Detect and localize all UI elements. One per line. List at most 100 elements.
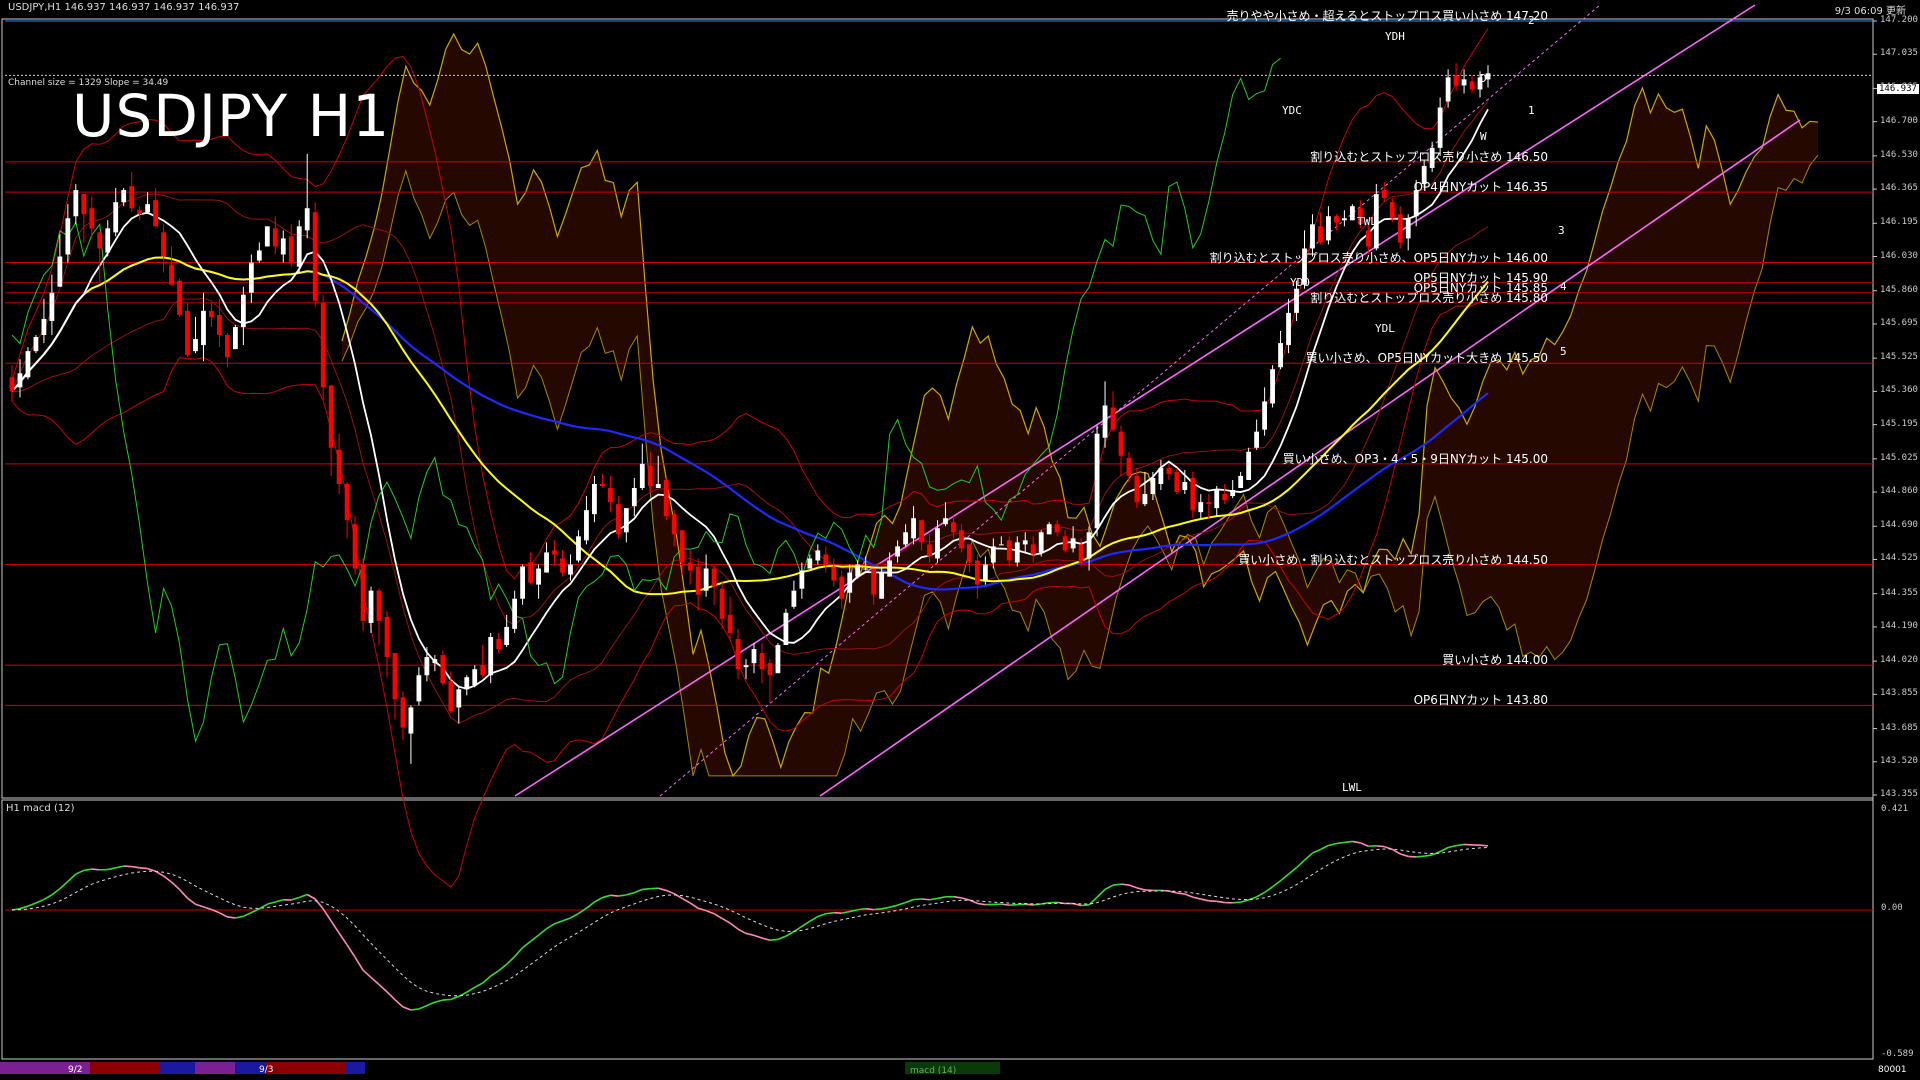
session-bar-3 <box>160 1062 195 1074</box>
candle-body <box>240 294 246 327</box>
macd-seg <box>594 896 603 903</box>
candle-body <box>400 697 406 728</box>
level-label-6: 割り込むとストップロス売り小さめ 145.80 <box>1310 290 1548 305</box>
candle-body <box>703 568 709 591</box>
candle-body <box>344 483 350 521</box>
candle <box>687 550 693 585</box>
level-label-11: OP6日NYカット 143.80 <box>1413 693 1548 708</box>
candle <box>631 477 637 517</box>
candle-body <box>464 677 470 690</box>
macd-seg <box>386 991 396 1001</box>
candle-body <box>129 186 135 209</box>
candle <box>416 667 422 706</box>
macd-seg <box>777 935 787 941</box>
macd-pane-frame <box>1 799 1874 1060</box>
macd-seg <box>554 920 563 925</box>
candle <box>711 566 717 605</box>
candle-body <box>1126 457 1132 476</box>
candle <box>974 554 980 599</box>
price-chart[interactable] <box>0 0 1920 1080</box>
candle-body <box>990 546 996 563</box>
candle-body <box>927 544 932 557</box>
macd-seg <box>227 916 236 919</box>
macd-seg <box>291 896 300 901</box>
macd-seg <box>873 908 882 911</box>
candle <box>1397 206 1403 249</box>
macd-seg <box>1479 844 1489 847</box>
candle-body <box>1102 405 1108 438</box>
candle-body <box>113 202 119 233</box>
candle <box>767 659 773 704</box>
candle <box>831 558 837 587</box>
macd-seg <box>139 867 148 870</box>
macd-seg <box>769 938 779 942</box>
macd-seg <box>354 956 364 971</box>
candle-body <box>552 550 557 555</box>
candle-body <box>1326 216 1331 241</box>
macd-seg <box>889 904 898 909</box>
candle <box>783 608 789 646</box>
macd-seg <box>642 887 651 891</box>
candle-body <box>1254 431 1260 448</box>
candle-body <box>1461 79 1467 86</box>
candle-body <box>448 681 454 712</box>
bottom-center-label: macd (14) <box>910 1066 957 1076</box>
symbol-header: USDJPY,H1 146.937 146.937 146.937 146.93… <box>8 2 240 13</box>
macd-seg <box>713 913 723 920</box>
candle <box>368 586 374 633</box>
candle-body <box>456 689 462 708</box>
marker-label-3: YDL <box>1375 322 1395 335</box>
macd-seg <box>107 867 116 871</box>
candle-body <box>105 228 111 253</box>
macd-seg <box>178 888 189 899</box>
macd-seg <box>1001 903 1010 906</box>
macd-seg <box>905 898 914 904</box>
candle-body <box>328 385 334 448</box>
candle <box>105 220 111 257</box>
candle <box>703 554 709 597</box>
macd-seg <box>745 932 755 937</box>
candle <box>623 508 629 543</box>
macd-seg <box>442 998 451 1001</box>
candle-body <box>623 508 629 533</box>
candle <box>1254 419 1260 450</box>
channel-mid <box>659 4 1601 797</box>
y-tick-label-23: 143.355 <box>1880 788 1918 799</box>
candle-body <box>687 562 693 571</box>
candle-body <box>1062 536 1068 551</box>
macd-seg <box>1256 891 1265 898</box>
level-label-0: 売りやや小さめ・超えるとストップロス買い小さめ 147.20 <box>1226 9 1548 23</box>
y-tick-label-5: 146.365 <box>1880 183 1918 194</box>
candle <box>376 588 382 646</box>
marker-label-11: D <box>1480 72 1487 85</box>
macd-seg <box>1112 883 1122 887</box>
candle <box>169 246 174 285</box>
candle <box>97 232 103 283</box>
candle <box>1118 425 1124 476</box>
candle <box>743 659 749 680</box>
y-tick-label-14: 144.860 <box>1880 486 1918 497</box>
macd-seg <box>1424 854 1433 857</box>
level-label-10: 買い小さめ 144.00 <box>1442 653 1548 668</box>
candle <box>967 544 972 573</box>
candle-body <box>815 550 821 561</box>
candle-body <box>871 568 877 595</box>
candle-body <box>911 518 916 539</box>
macd-seg <box>801 920 811 928</box>
candle-body <box>615 504 621 535</box>
candle-body <box>974 560 980 585</box>
candle-body <box>424 657 430 676</box>
macd-seg <box>306 893 316 900</box>
candle <box>233 324 238 350</box>
candle-body <box>1046 524 1052 535</box>
candle-body <box>584 510 589 541</box>
candle-body <box>41 318 47 336</box>
macd-seg <box>203 906 212 911</box>
candle-body <box>607 488 613 503</box>
chart-window: USDJPY,H1 146.937 146.937 146.937 146.93… <box>0 0 1920 1080</box>
candle-body <box>1437 107 1443 148</box>
candle-body <box>1030 544 1036 555</box>
candle-body <box>1238 475 1244 489</box>
macd-seg <box>897 901 906 906</box>
macd-seg <box>1096 888 1106 898</box>
